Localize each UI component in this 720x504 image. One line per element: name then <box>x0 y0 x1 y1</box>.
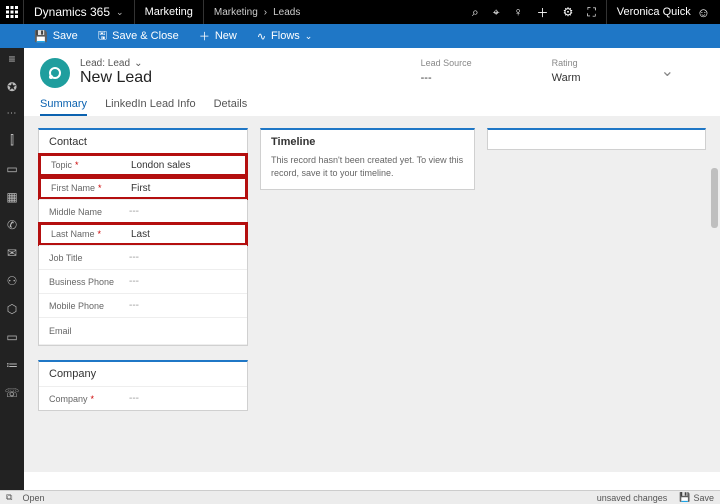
mobilephone-field[interactable]: Mobile Phone --- <box>39 293 247 317</box>
app-launcher-icon[interactable] <box>0 0 24 24</box>
footer-save-button[interactable]: 💾 Save <box>679 492 714 503</box>
nav-icon-chat[interactable]: ▭ <box>0 330 24 344</box>
bizphone-field[interactable]: Business Phone --- <box>39 269 247 293</box>
nav-icon-mail[interactable]: ✉ <box>0 246 24 260</box>
rating-label: Rating <box>552 58 581 68</box>
menu-icon[interactable]: ≡ <box>0 52 24 66</box>
tab-details[interactable]: Details <box>214 98 248 116</box>
leadsource-value[interactable]: --- <box>421 72 472 84</box>
save-icon: 💾 <box>679 492 690 503</box>
nav-icon-link[interactable]: ☏ <box>0 386 24 400</box>
topic-field[interactable]: Topic* London sales <box>38 153 248 177</box>
nav-icon-list[interactable]: ≔ <box>0 358 24 372</box>
app-label: Marketing <box>145 6 193 18</box>
timeline-title: Timeline <box>261 130 474 154</box>
page-title: New Lead <box>80 69 152 87</box>
nav-overflow-icon[interactable]: ⋯ <box>0 108 24 119</box>
breadcrumb: Marketing › Leads <box>204 7 311 18</box>
tab-summary[interactable]: Summary <box>40 98 87 116</box>
nav-icon-person[interactable]: ⚇ <box>0 274 24 288</box>
bulb-icon[interactable]: ♀ <box>514 5 523 19</box>
header-expand-icon[interactable]: ⌄ <box>661 61 674 81</box>
contact-card: Contact Topic* London sales First Name* … <box>38 128 248 346</box>
nav-icon-phone[interactable]: ✆ <box>0 218 24 232</box>
new-button[interactable]: ＋ New <box>189 28 247 44</box>
tab-bar: Summary LinkedIn Lead Info Details <box>24 92 720 116</box>
contact-title: Contact <box>39 130 247 154</box>
user-name: Veronica Quick <box>617 6 691 18</box>
nav-icon-gear[interactable]: ⬡ <box>0 302 24 316</box>
email-field[interactable]: Email <box>39 317 247 345</box>
nav-icon-chart[interactable]: ⫿ <box>0 133 24 148</box>
command-bar: 💾 Save 🖫 Save & Close ＋ New ∿ Flows ⌄ <box>0 24 720 48</box>
company-title: Company <box>39 362 247 386</box>
save-icon: 💾 <box>34 30 48 43</box>
record-kind[interactable]: Lead: Lead ⌄ <box>80 58 152 69</box>
crumb-1[interactable]: Marketing <box>214 7 258 18</box>
expand-icon[interactable]: ⛶ <box>587 5 595 20</box>
status-bar: ⧉ Open unsaved changes 💾 Save <box>0 490 720 504</box>
product-label: Dynamics 365 <box>34 5 110 19</box>
leadsource-label: Lead Source <box>421 58 472 68</box>
plus-icon: ＋ <box>199 28 210 44</box>
timeline-card: Timeline This record hasn't been created… <box>260 128 475 190</box>
lastname-field[interactable]: Last Name* Last <box>38 222 248 246</box>
nav-icon-cal[interactable]: ▦ <box>0 190 24 204</box>
nav-icon-1[interactable]: ✪ <box>0 80 24 94</box>
middlename-field[interactable]: Middle Name --- <box>39 199 247 223</box>
chevron-down-icon: ⌄ <box>305 31 313 42</box>
product-name[interactable]: Dynamics 365 ⌄ <box>24 0 135 24</box>
timeline-body: This record hasn't been created yet. To … <box>261 154 474 189</box>
settings-icon[interactable]: ⚙ <box>563 5 574 19</box>
save-close-button[interactable]: 🖫 Save & Close <box>88 27 189 46</box>
jobtitle-field[interactable]: Job Title --- <box>39 245 247 269</box>
empty-card <box>487 128 706 150</box>
save-button[interactable]: 💾 Save <box>24 30 88 43</box>
flow-icon: ∿ <box>257 30 266 43</box>
nav-icon-doc[interactable]: ▭ <box>0 162 24 176</box>
popout-icon[interactable]: ⧉ <box>6 492 12 503</box>
user-menu[interactable]: Veronica Quick ☺ <box>606 0 720 24</box>
status-unsaved: unsaved changes <box>597 493 668 503</box>
search-icon[interactable]: ⌕ <box>472 5 479 20</box>
task-icon[interactable]: ⌖ <box>493 5 500 20</box>
company-card: Company Company* --- <box>38 360 248 411</box>
tab-linkedin[interactable]: LinkedIn Lead Info <box>105 98 196 116</box>
status-open: Open <box>22 493 44 503</box>
scrollbar-thumb[interactable] <box>711 168 718 228</box>
chevron-down-icon: ⌄ <box>134 58 142 69</box>
crumb-2[interactable]: Leads <box>273 7 300 18</box>
entity-avatar <box>40 58 70 88</box>
left-nav-rail: ≡ ✪ ⋯ ⫿ ▭ ▦ ✆ ✉ ⚇ ⬡ ▭ ≔ ☏ <box>0 48 24 490</box>
rating-value[interactable]: Warm <box>552 72 581 84</box>
firstname-field[interactable]: First Name* First <box>38 176 248 200</box>
app-area[interactable]: Marketing <box>135 0 204 24</box>
crumb-sep: › <box>264 7 267 18</box>
company-field[interactable]: Company* --- <box>39 386 247 410</box>
chevron-down-icon: ⌄ <box>116 7 124 18</box>
flows-button[interactable]: ∿ Flows ⌄ <box>247 30 323 43</box>
user-avatar-icon: ☺ <box>697 5 710 20</box>
save-close-icon: 🖫 <box>98 27 107 46</box>
add-icon[interactable]: ＋ <box>537 4 549 21</box>
